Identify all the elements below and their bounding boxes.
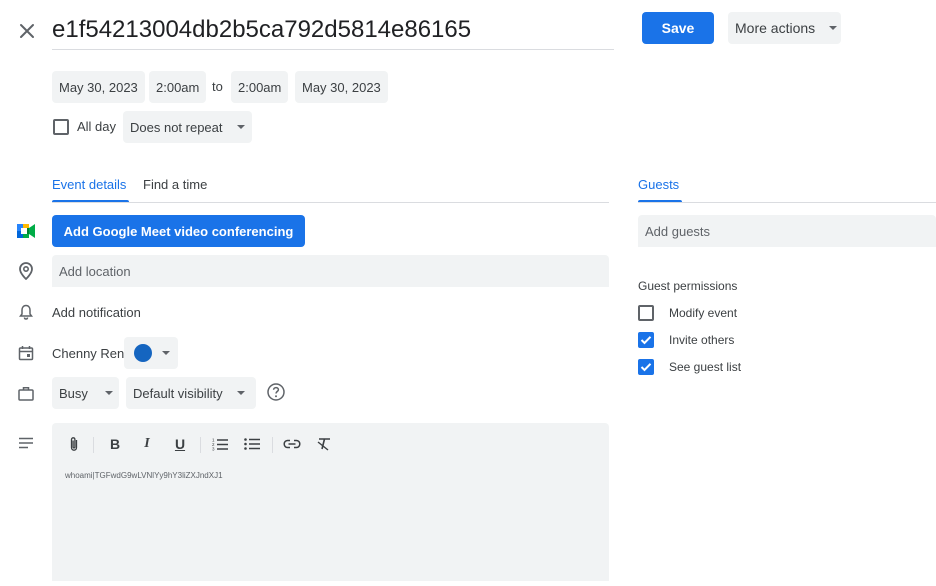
tab-guests[interactable]: Guests	[638, 176, 679, 194]
end-time-picker[interactable]: 2:00am	[231, 71, 289, 103]
italic-icon[interactable]: I	[136, 433, 158, 455]
see-guest-list-label: See guest list	[669, 360, 742, 374]
close-icon	[20, 24, 34, 38]
numbered-list-icon[interactable]: 1 2 3	[209, 433, 231, 455]
visibility-dropdown[interactable]: Default visibility	[126, 377, 256, 409]
add-notification-button[interactable]: Add notification	[52, 304, 141, 322]
chevron-down-icon	[104, 391, 113, 395]
chevron-down-icon	[236, 125, 245, 129]
tab-find-a-time[interactable]: Find a time	[143, 176, 207, 194]
link-icon[interactable]	[281, 433, 303, 455]
more-actions-button[interactable]: More actions	[728, 12, 841, 44]
calendar-owner: Chenny Ren	[52, 346, 125, 361]
underline-icon[interactable]: U	[169, 433, 191, 455]
bell-icon	[14, 300, 38, 324]
guest-permissions-heading: Guest permissions	[638, 279, 738, 293]
bulleted-list-icon[interactable]	[241, 433, 263, 455]
more-actions-label: More actions	[735, 20, 816, 36]
modify-event-checkbox[interactable]	[638, 305, 654, 321]
attachment-icon[interactable]	[63, 433, 85, 455]
invite-others-label: Invite others	[669, 333, 735, 347]
description-text[interactable]: whoami|TGFwdG9wLVNlYy9hY3liZXJndXJ1	[65, 471, 223, 481]
toolbar-divider	[93, 437, 94, 453]
help-icon[interactable]	[266, 382, 286, 402]
chevron-down-icon	[829, 26, 838, 30]
all-day-label: All day	[77, 119, 117, 134]
save-button[interactable]: Save	[642, 12, 714, 44]
add-google-meet-button[interactable]: Add Google Meet video conferencing	[52, 215, 305, 247]
svg-text:3: 3	[212, 447, 215, 452]
chevron-down-icon	[236, 391, 245, 395]
all-day-checkbox[interactable]	[53, 119, 69, 135]
location-input[interactable]	[52, 255, 609, 287]
event-title[interactable]: e1f54213004db2b5ca792d5814e86165	[52, 12, 614, 48]
checkmark-icon	[640, 336, 652, 345]
location-pin-icon	[14, 259, 38, 283]
start-date-picker[interactable]: May 30, 2023	[52, 71, 145, 103]
add-guests-input[interactable]	[638, 215, 936, 247]
end-date-picker[interactable]: May 30, 2023	[295, 71, 388, 103]
event-color-picker[interactable]	[124, 337, 178, 369]
toolbar-divider	[200, 437, 201, 453]
see-guest-list-checkbox[interactable]	[638, 359, 654, 375]
availability-dropdown[interactable]: Busy	[52, 377, 119, 409]
calendar-icon	[14, 341, 38, 365]
toolbar-divider	[272, 437, 273, 453]
checkmark-icon	[640, 363, 652, 372]
repeat-dropdown[interactable]: Does not repeat	[123, 111, 252, 143]
close-button[interactable]	[12, 16, 42, 46]
invite-others-checkbox[interactable]	[638, 332, 654, 348]
google-meet-icon	[14, 219, 38, 243]
tab-event-details[interactable]: Event details	[52, 176, 126, 194]
modify-event-label: Modify event	[669, 306, 738, 320]
event-title-field[interactable]: e1f54213004db2b5ca792d5814e86165	[52, 12, 614, 50]
clear-formatting-icon[interactable]	[313, 433, 335, 455]
tabs-divider	[52, 202, 609, 203]
description-icon	[14, 431, 38, 455]
event-color-swatch	[134, 344, 152, 362]
to-label: to	[212, 79, 223, 94]
briefcase-icon	[14, 381, 38, 405]
bold-icon[interactable]: B	[104, 433, 126, 455]
repeat-label: Does not repeat	[130, 119, 223, 135]
chevron-down-icon	[162, 351, 170, 355]
visibility-label: Default visibility	[133, 385, 223, 401]
availability-label: Busy	[59, 385, 88, 401]
guests-divider	[638, 202, 936, 203]
start-time-picker[interactable]: 2:00am	[149, 71, 207, 103]
